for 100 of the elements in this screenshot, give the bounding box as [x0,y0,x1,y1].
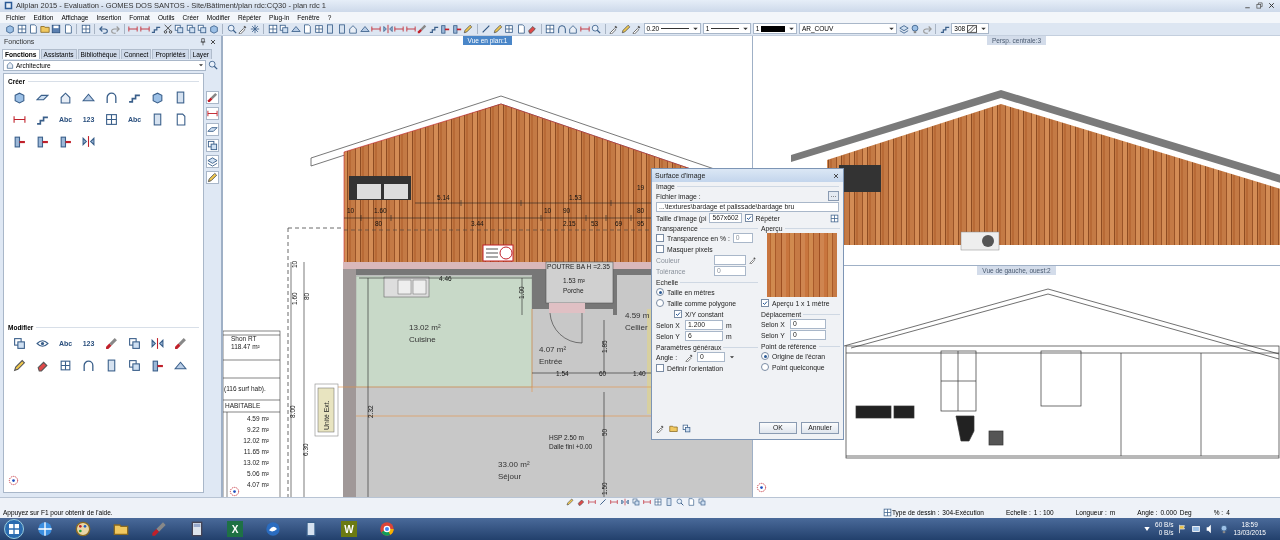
column-icon[interactable] [303,521,319,538]
radio-button[interactable] [656,299,664,307]
color-picker[interactable] [714,255,746,265]
copy-icon[interactable] [632,498,640,507]
arch-icon[interactable] [82,359,95,373]
zoom-icon[interactable] [676,498,684,507]
scissors-icon[interactable] [162,23,173,34]
column-icon[interactable] [336,23,347,34]
mirror-icon[interactable] [621,498,629,507]
window-icon[interactable] [504,23,514,34]
page-icon[interactable] [174,113,187,127]
star-icon[interactable] [249,23,260,34]
bird-icon[interactable] [265,521,281,538]
bulb-icon[interactable] [1219,524,1230,535]
copy-icon[interactable] [128,337,141,351]
arch-icon[interactable] [105,91,118,105]
close-icon[interactable] [832,171,840,180]
undo-icon[interactable] [98,23,109,34]
grid-icon[interactable] [105,113,118,127]
column-icon[interactable] [105,359,118,373]
eraser-icon[interactable] [527,23,537,34]
copy-icon[interactable] [205,138,219,152]
brush-icon[interactable] [205,90,219,104]
pick-icon[interactable] [609,23,619,34]
flag-icon[interactable] [1177,524,1188,535]
checkbox[interactable] [656,364,664,372]
layers-icon[interactable] [205,154,219,168]
folder-icon[interactable] [669,423,678,433]
door-icon[interactable] [36,135,49,149]
radio-button[interactable] [761,363,769,371]
slab-icon[interactable] [205,122,219,136]
pencil-icon[interactable] [205,170,219,184]
eraser-icon[interactable] [577,498,585,507]
globe-icon[interactable] [37,521,53,538]
page-icon[interactable] [687,498,695,507]
column-icon[interactable] [151,113,164,127]
mirror-icon[interactable] [82,135,95,149]
column-icon[interactable] [174,91,187,105]
pick-icon[interactable] [632,23,642,34]
eyedropper-icon[interactable] [685,352,694,362]
house-icon[interactable] [59,91,72,105]
grid-icon[interactable] [830,213,839,223]
checkbox[interactable] [761,299,769,307]
pencil-icon[interactable] [13,359,26,373]
page-icon[interactable] [302,23,312,34]
search-icon[interactable] [208,60,218,71]
radio-button[interactable] [761,352,769,360]
pin-icon[interactable] [199,37,207,46]
pencil-icon[interactable] [566,498,574,507]
checkbox[interactable] [744,214,753,222]
zoom-icon[interactable] [226,23,237,34]
restore-icon[interactable] [1255,1,1264,11]
save-icon[interactable] [51,23,61,34]
arch-icon[interactable] [556,23,567,34]
house-icon[interactable] [348,23,358,34]
brush-icon[interactable] [174,337,187,351]
bulb-icon[interactable] [910,23,921,34]
mirror-icon[interactable] [151,337,164,351]
close-icon[interactable] [209,37,217,46]
brush-icon[interactable] [151,521,167,538]
door-icon[interactable] [59,135,72,149]
calculator-icon[interactable] [189,521,205,538]
brush-icon[interactable] [105,337,118,351]
house-icon[interactable] [568,23,578,34]
door-icon[interactable] [151,359,164,373]
copy-icon[interactable] [279,23,289,34]
palette-icon[interactable] [75,521,91,538]
roof-icon[interactable] [359,23,370,34]
column-icon[interactable] [325,23,335,34]
grid-icon[interactable] [545,23,555,34]
door-icon[interactable] [440,23,450,34]
pencil-icon[interactable] [463,23,473,34]
grid-icon[interactable] [80,23,91,34]
window-icon[interactable] [313,23,324,34]
folder-icon[interactable] [113,521,129,538]
line-icon[interactable] [481,23,491,34]
eraser-icon[interactable] [36,359,49,373]
copy-icon[interactable] [698,498,706,507]
line-icon[interactable] [599,498,607,507]
copy-icon[interactable] [13,337,26,351]
copy-icon[interactable] [174,23,184,34]
app-tile[interactable]: W [341,521,357,538]
eyedropper-icon[interactable] [749,256,757,264]
checkbox[interactable] [674,310,682,318]
copy-icon[interactable] [682,423,691,433]
chrome-icon[interactable] [379,521,395,538]
radio-button[interactable] [656,288,664,296]
pick-icon[interactable] [238,23,248,34]
zoom-icon[interactable] [591,23,601,34]
roof-icon[interactable] [290,23,301,34]
close-icon[interactable] [1267,1,1276,11]
mirror-icon[interactable] [382,23,393,34]
cube-icon[interactable] [151,91,164,105]
cube-icon[interactable] [5,23,15,34]
page-icon[interactable] [28,23,38,34]
app-tile[interactable]: X [227,521,243,538]
layers-icon[interactable] [898,23,909,34]
network-icon[interactable] [1191,524,1202,535]
copy-icon[interactable] [128,359,141,373]
pick-icon[interactable] [656,423,665,433]
